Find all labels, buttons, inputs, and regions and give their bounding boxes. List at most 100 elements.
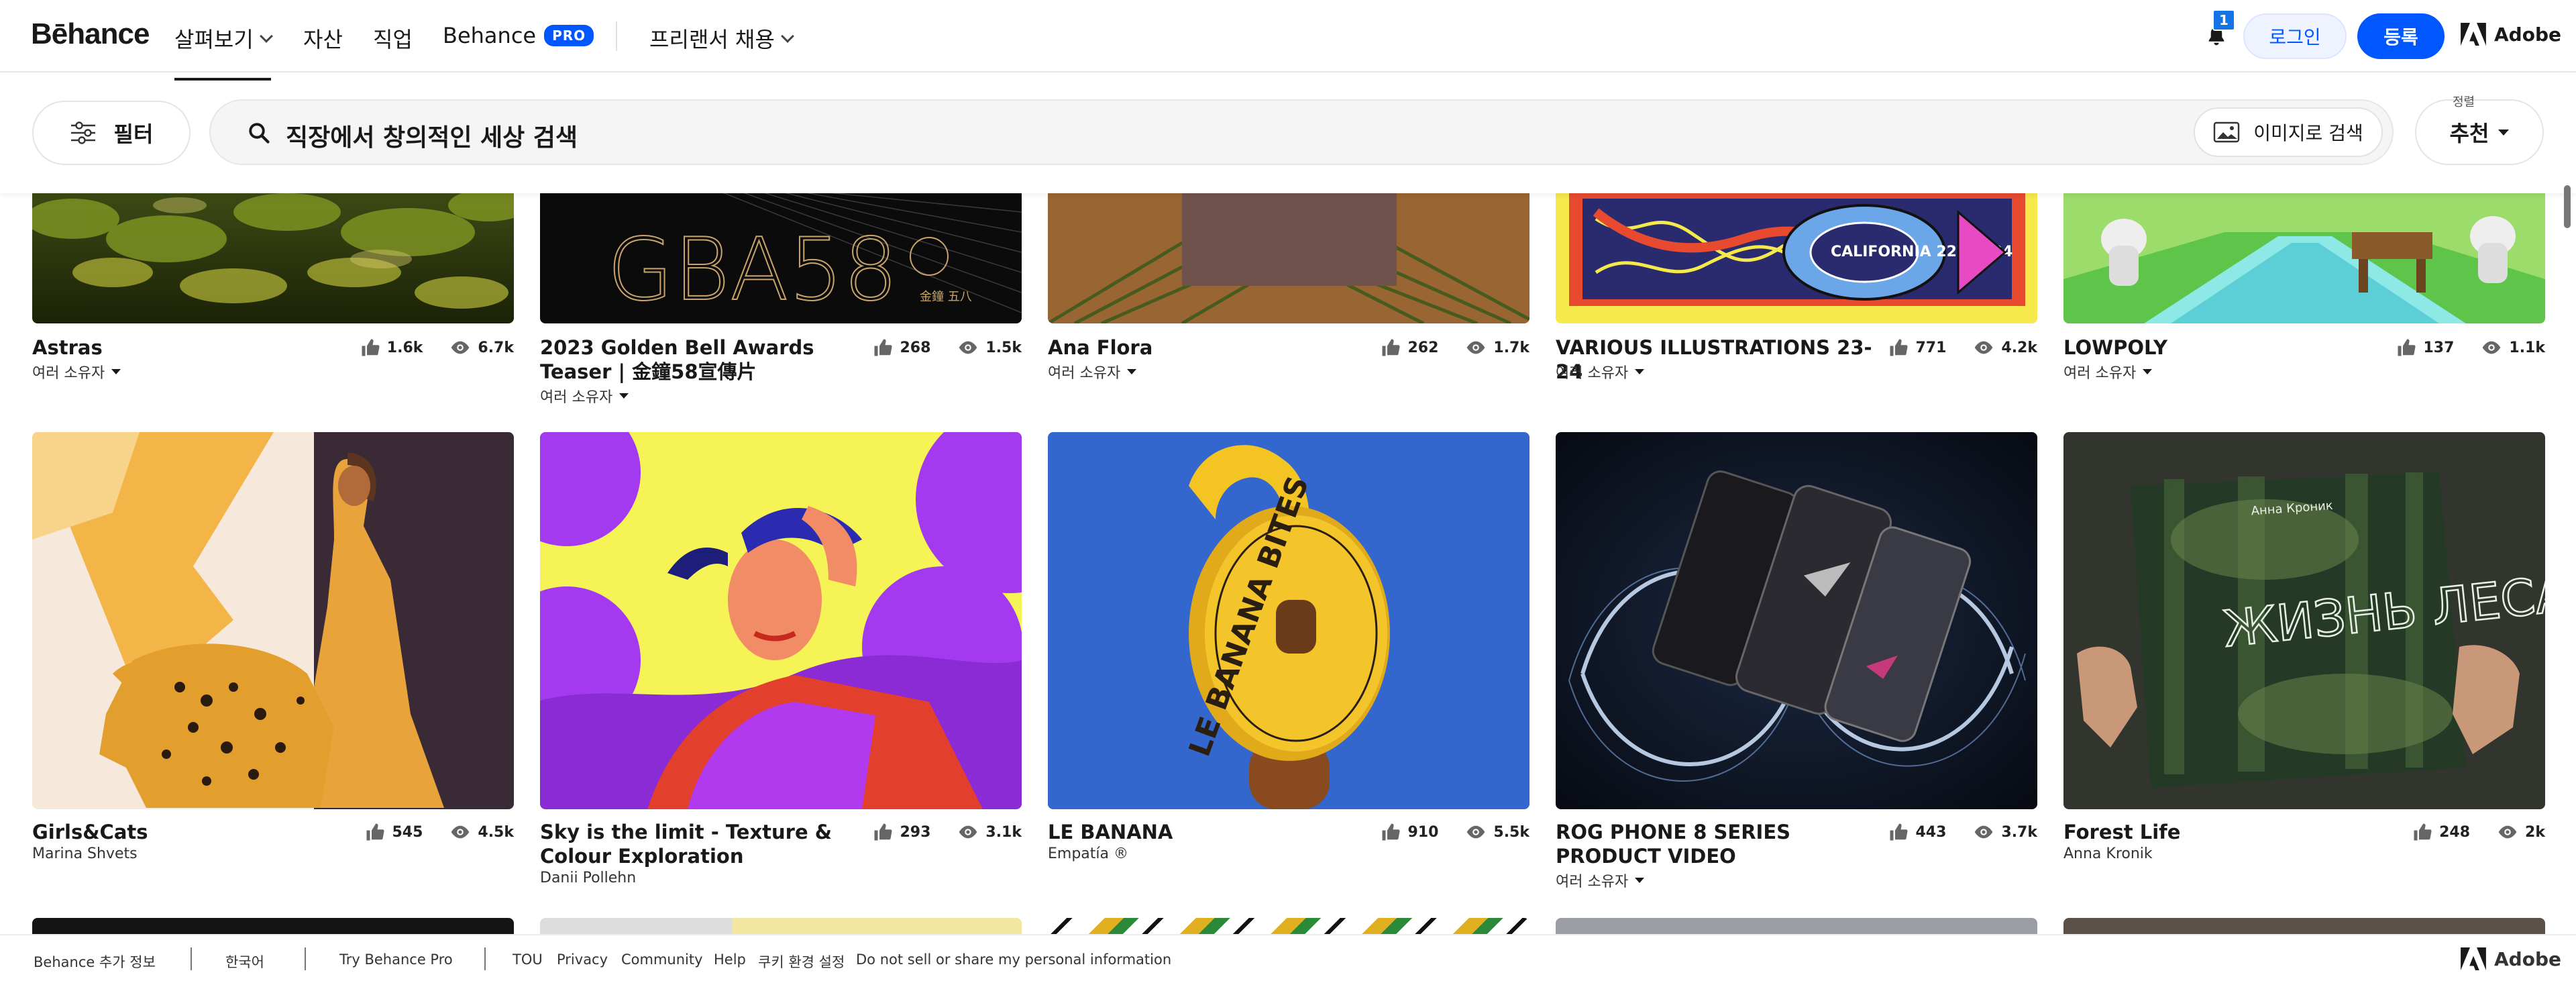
- image-search-label: 이미지로 검색: [2253, 122, 2363, 144]
- adobe-logo-icon: [2461, 23, 2486, 46]
- project-thumbnail[interactable]: ЖИЗНЬ ЛЕСА Анна Кроник: [2063, 432, 2545, 809]
- sort-caption: 정렬: [2453, 95, 2475, 109]
- eye-icon: [1467, 341, 1485, 354]
- thumbs-up-icon: [1890, 339, 1908, 356]
- project-thumbnail[interactable]: GBA58 金鐘 五八: [540, 192, 1022, 323]
- nav-freelance[interactable]: 프리랜서 채용: [649, 23, 794, 54]
- view-count: 1.5k: [985, 339, 1022, 356]
- project-stats: 545 4.5k: [365, 823, 514, 841]
- project-stats: 268 1.5k: [873, 338, 1022, 357]
- footer-language[interactable]: 한국어: [225, 951, 264, 972]
- project-title[interactable]: LE BANANA: [1048, 820, 1383, 844]
- project-thumbnail[interactable]: CALIFORNIA 22MAY24: [1556, 192, 2037, 323]
- behance-logo[interactable]: Bēhance: [31, 17, 150, 51]
- caret-down-icon: [111, 369, 121, 374]
- footer-tou[interactable]: TOU: [513, 951, 543, 968]
- project-owner[interactable]: 여러 소유자: [1556, 361, 1645, 382]
- project-title[interactable]: Ana Flora: [1048, 335, 1383, 360]
- project-title[interactable]: Astras: [32, 335, 368, 360]
- like-count: 293: [900, 823, 931, 841]
- filter-button[interactable]: 필터: [32, 101, 191, 165]
- project-owner[interactable]: Marina Shvets: [32, 845, 138, 862]
- thumbs-up-icon: [1890, 823, 1908, 841]
- project-owner[interactable]: Anna Kronik: [2063, 845, 2153, 862]
- like-count: 1.6k: [386, 339, 423, 356]
- login-button[interactable]: 로그인: [2243, 13, 2347, 59]
- footer-community[interactable]: Community: [621, 951, 703, 968]
- project-owner[interactable]: 여러 소유자: [540, 385, 629, 407]
- eye-icon: [1467, 825, 1485, 839]
- owner-label: 여러 소유자: [1048, 365, 1121, 382]
- like-count: 262: [1407, 339, 1439, 356]
- footer-adobe-label: Adobe: [2494, 947, 2561, 970]
- project-thumbnail[interactable]: [32, 432, 514, 809]
- nav-behance-pro[interactable]: Behance PRO: [443, 23, 594, 48]
- footer-privacy[interactable]: Privacy: [557, 951, 608, 968]
- project-owner[interactable]: 여러 소유자: [1048, 361, 1137, 382]
- search-toolbar: 필터 직장에서 창의적인 세상 검색 이미지로 검색 추천 정렬: [0, 74, 2576, 193]
- footer-cookie-settings[interactable]: 쿠키 환경 설정: [758, 951, 845, 972]
- footer-try-pro[interactable]: Try Behance Pro: [339, 951, 453, 968]
- sort-dropdown[interactable]: 추천: [2415, 99, 2544, 165]
- project-title[interactable]: 2023 Golden Bell Awards Teaser | 金鐘58宣傳片: [540, 335, 875, 384]
- footer-help[interactable]: Help: [714, 951, 746, 968]
- thumbs-up-icon: [362, 339, 380, 356]
- image-search-button[interactable]: 이미지로 검색: [2194, 107, 2383, 157]
- adobe-link[interactable]: Adobe: [2461, 23, 2561, 46]
- artwork-gba-text: GBA58: [607, 220, 898, 320]
- owner-label: Marina Shvets: [32, 845, 138, 862]
- project-owner[interactable]: 여러 소유자: [1556, 870, 1645, 891]
- like-count: 268: [900, 339, 931, 356]
- project-thumbnail[interactable]: LE BANANA BITES: [1048, 432, 1529, 809]
- footer: Behance 추가 정보 한국어 Try Behance Pro TOU Pr…: [0, 934, 2576, 981]
- like-count: 443: [1915, 823, 1947, 841]
- nav-assets[interactable]: 자산: [303, 23, 343, 54]
- project-owner[interactable]: 여러 소유자: [2063, 361, 2153, 382]
- owner-label: Danii Pollehn: [540, 870, 637, 886]
- project-thumbnail[interactable]: [32, 192, 514, 323]
- footer-divider: [484, 947, 486, 970]
- footer-adobe-link[interactable]: Adobe: [2461, 947, 2561, 970]
- project-title[interactable]: LOWPOLY: [2063, 335, 2399, 360]
- view-count: 1.1k: [2509, 339, 2545, 356]
- like-count: 137: [2423, 339, 2455, 356]
- project-thumbnail[interactable]: [1556, 432, 2037, 809]
- adobe-logo-icon: [2461, 947, 2486, 970]
- search-input[interactable]: 직장에서 창의적인 세상 검색 이미지로 검색: [209, 99, 2394, 165]
- eye-icon: [1975, 341, 1993, 354]
- project-owner[interactable]: 여러 소유자: [32, 361, 121, 382]
- thumbs-up-icon: [1382, 823, 1400, 841]
- footer-do-not-sell[interactable]: Do not sell or share my personal informa…: [856, 951, 1171, 968]
- pro-badge: PRO: [544, 25, 594, 46]
- top-navigation: Bēhance 살펴보기 자산 직업 Behance PRO 프리랜서 채용 1…: [0, 0, 2576, 81]
- project-owner[interactable]: Danii Pollehn: [540, 870, 636, 886]
- project-thumbnail[interactable]: [540, 432, 1022, 809]
- signup-button[interactable]: 등록: [2357, 13, 2445, 59]
- project-title[interactable]: Sky is the limit - Texture & Colour Expl…: [540, 820, 875, 868]
- nav-behance-pro-label: Behance: [443, 23, 537, 48]
- project-thumbnail[interactable]: [2063, 192, 2545, 323]
- project-title[interactable]: Forest Life: [2063, 820, 2399, 844]
- project-title[interactable]: Girls&Cats: [32, 820, 368, 844]
- thumbs-up-icon: [874, 823, 892, 841]
- artwork-gba-seal: 金鐘 五八: [920, 290, 972, 304]
- eye-icon: [1975, 825, 1993, 839]
- scrollbar-thumb[interactable]: [2564, 185, 2571, 228]
- nav-jobs[interactable]: 직업: [373, 23, 413, 54]
- nav-explore[interactable]: 살펴보기: [174, 23, 273, 81]
- project-image: CALIFORNIA 22MAY24: [1556, 192, 2037, 323]
- project-owner[interactable]: Empatía ®: [1048, 845, 1128, 862]
- adobe-label: Adobe: [2494, 23, 2561, 46]
- eye-icon: [451, 341, 470, 354]
- project-title[interactable]: ROG PHONE 8 SERIES PRODUCT VIDEO: [1556, 820, 1891, 868]
- footer-more-info[interactable]: Behance 추가 정보: [34, 951, 156, 972]
- search-placeholder: 직장에서 창의적인 세상 검색: [286, 124, 578, 152]
- view-count: 4.5k: [478, 823, 514, 841]
- nav-divider: [616, 21, 617, 51]
- like-count: 771: [1915, 339, 1947, 356]
- owner-label: Anna Kronik: [2063, 845, 2153, 862]
- project-thumbnail[interactable]: [1048, 192, 1529, 323]
- project-image: ЖИЗНЬ ЛЕСА Анна Кроник: [2063, 432, 2545, 809]
- caret-down-icon: [2143, 369, 2153, 374]
- view-count: 1.7k: [1493, 339, 1529, 356]
